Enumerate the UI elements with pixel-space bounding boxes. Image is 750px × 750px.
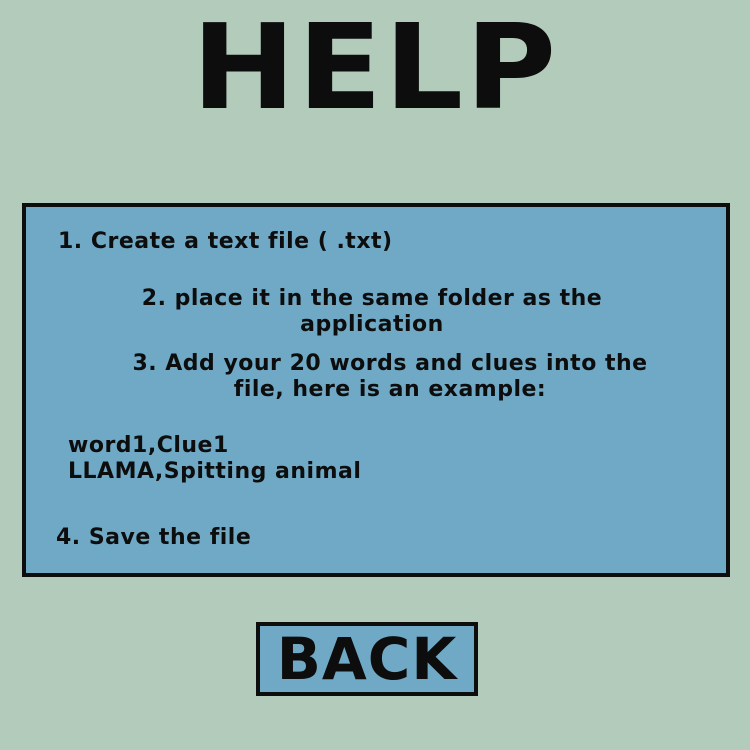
back-button-label: BACK bbox=[276, 625, 458, 693]
instruction-step-2-line-1: 2. place it in the same folder as the bbox=[141, 286, 603, 311]
instruction-step-4: 4. Save the file bbox=[56, 525, 252, 550]
instruction-step-3-line-1: 3. Add your 20 words and clues into the bbox=[132, 351, 648, 376]
page-title: HELP bbox=[191, 0, 559, 136]
instruction-step-2-line-2: application bbox=[300, 312, 444, 337]
example-line-1: word1,Clue1 bbox=[68, 433, 229, 458]
instruction-step-3: 3. Add your 20 words and clues into the … bbox=[54, 351, 726, 403]
back-button[interactable]: BACK bbox=[256, 622, 478, 696]
example-line-2: LLAMA,Spitting animal bbox=[68, 459, 362, 484]
instruction-step-2: 2. place it in the same folder as the ap… bbox=[52, 286, 692, 338]
instructions-panel: 1. Create a text file ( .txt) 2. place i… bbox=[22, 203, 730, 577]
instruction-step-3-line-2: file, here is an example: bbox=[233, 377, 547, 402]
example-content: word1,Clue1 LLAMA,Spitting animal bbox=[68, 433, 361, 485]
instruction-step-1: 1. Create a text file ( .txt) bbox=[58, 229, 393, 254]
